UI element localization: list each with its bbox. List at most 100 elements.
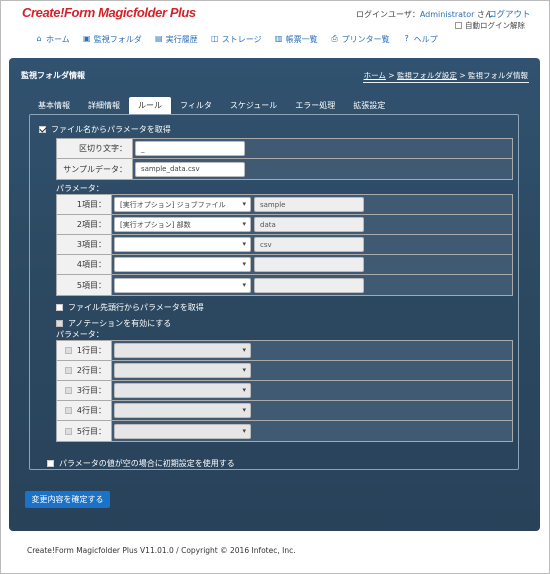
param-row: 4項目： (57, 255, 512, 275)
nav-help-label: ヘルプ (413, 34, 438, 44)
tab-extended[interactable]: 拡張設定 (344, 97, 394, 115)
param-row: 3項目： csv (57, 235, 512, 255)
nav-printers-label: プリンター覧 (341, 34, 390, 44)
breadcrumb: ホーム > 監視フォルダ設定 > 監視フォルダ情報 (364, 70, 528, 81)
filehead-params-checkbox[interactable] (56, 304, 63, 311)
filehead-params-label: パラメータ： (56, 330, 104, 339)
nav-history[interactable]: ▤ 実行履歴 (155, 34, 198, 45)
nav-printers[interactable]: ⎙ プリンター覧 (331, 34, 390, 45)
filehead-select-5[interactable] (114, 423, 251, 439)
param-row-label: 4項目： (57, 255, 112, 274)
filehead-row-checkbox[interactable] (64, 367, 72, 374)
folder-icon: ▣ (82, 34, 91, 43)
param-select-5[interactable] (114, 277, 251, 293)
filehead-row-checkbox[interactable] (64, 347, 72, 354)
param-value-2: data (254, 217, 364, 232)
breadcrumb-underline (363, 82, 529, 83)
history-icon: ▤ (154, 34, 163, 43)
tab-rules[interactable]: ルール (129, 97, 171, 115)
breadcrumb-sep: > (456, 71, 468, 80)
nav-storage[interactable]: ◫ ストレージ (211, 34, 262, 45)
annotation-checkbox[interactable] (56, 320, 63, 327)
logout-link[interactable]: ログアウト (488, 8, 531, 20)
breadcrumb-sep: > (385, 71, 397, 80)
filehead-row-checkbox[interactable] (64, 387, 72, 394)
login-user-label: ログインユーザ： (356, 10, 420, 19)
filename-params-checkbox[interactable] (39, 126, 46, 133)
separator-row: 区切り文字： _ (57, 139, 512, 159)
filehead-select-3[interactable] (114, 383, 251, 398)
filehead-row: 3行目： (57, 381, 512, 401)
param-value-1: sample (254, 197, 364, 212)
filehead-row-label: 1行目： (76, 346, 106, 355)
breadcrumb-home[interactable]: ホーム (364, 71, 386, 80)
sample-input[interactable]: sample_data.csv (135, 161, 245, 177)
panel-title: 監視フォルダ情報 (21, 71, 85, 80)
sample-label: サンプルデータ： (57, 159, 133, 179)
tab-error[interactable]: エラー処理 (286, 97, 344, 115)
param-row: 2項目： [実行オプション] 部数 data (57, 215, 512, 235)
app-logo: Create!Form Magicfolder Plus (22, 5, 196, 20)
tab-filter[interactable]: フィルタ (171, 97, 221, 115)
filehead-select-4[interactable] (114, 403, 251, 418)
empty-default-checkbox[interactable] (47, 460, 54, 467)
filehead-row-label: 4行目： (76, 406, 106, 415)
param-value-5 (254, 277, 364, 293)
confirm-changes-button[interactable]: 変更内容を確定する (25, 491, 110, 508)
auto-login-release-checkbox[interactable] (455, 22, 462, 29)
param-row-label: 1項目： (57, 195, 112, 214)
filehead-row-checkbox[interactable] (64, 407, 72, 414)
filehead-row-label: 3行目： (76, 386, 106, 395)
annotation-toggle[interactable]: アノテーションを有効にする (56, 318, 171, 329)
filehead-select-2[interactable] (114, 363, 251, 378)
tab-bar: 基本情報 詳細情報 ルール フィルタ スケジュール エラー処理 拡張設定 (29, 97, 394, 115)
param-row-label: 2項目： (57, 215, 112, 234)
filehead-params-toggle[interactable]: ファイル先頭行からパラメータを取得 (56, 302, 204, 313)
login-user-name[interactable]: Administrator (420, 10, 475, 19)
params-table: 1項目： [実行オプション] ジョブファイル sample 2項目： [実行オプ… (56, 194, 513, 296)
storage-icon: ◫ (210, 34, 219, 43)
home-icon: ⌂ (36, 34, 42, 43)
filehead-row-checkbox[interactable] (64, 427, 72, 435)
nav-help[interactable]: ? ヘルプ (403, 34, 438, 45)
param-row-label: 3項目： (57, 235, 112, 254)
filehead-params-table: 1行目： 2行目： 3行目： 4行目： 5行目： (56, 340, 513, 442)
filehead-row-label: 5行目： (76, 426, 106, 436)
separator-input[interactable]: _ (135, 141, 245, 156)
main-panel: 監視フォルダ情報 ホーム > 監視フォルダ設定 > 監視フォルダ情報 基本情報 … (9, 58, 540, 531)
annotation-label: アノテーションを有効にする (68, 319, 172, 328)
filehead-row: 4行目： (57, 401, 512, 421)
param-row: 5項目： (57, 275, 512, 295)
filehead-select-1[interactable] (114, 343, 251, 358)
breadcrumb-current: 監視フォルダ情報 (468, 71, 528, 80)
filename-params-toggle[interactable]: ファイル名からパラメータを取得 (39, 124, 171, 135)
param-select-2[interactable]: [実行オプション] 部数 (114, 217, 251, 232)
nav-storage-label: ストレージ (221, 34, 262, 44)
nav-forms[interactable]: ▥ 帳票一覧 (275, 34, 318, 45)
sample-row: サンプルデータ： sample_data.csv (57, 159, 512, 179)
empty-default-toggle[interactable]: パラメータの値が空の場合に初期設定を使用する (47, 458, 235, 469)
nav-home[interactable]: ⌂ ホーム (35, 34, 69, 45)
filename-params-label: ファイル名からパラメータを取得 (51, 125, 171, 134)
param-select-1[interactable]: [実行オプション] ジョブファイル (114, 197, 251, 212)
filehead-row: 5行目： (57, 421, 512, 441)
params-label: パラメータ： (56, 184, 104, 193)
nav-folder[interactable]: ▣ 監視フォルダ (83, 34, 142, 45)
param-select-3[interactable] (114, 237, 251, 252)
tab-schedule[interactable]: スケジュール (221, 97, 286, 115)
help-icon: ? (404, 34, 409, 43)
separator-label: 区切り文字： (57, 139, 133, 158)
tab-detail[interactable]: 詳細情報 (79, 97, 129, 115)
nav-history-label: 実行履歴 (165, 34, 198, 44)
param-row-label: 5項目： (57, 275, 112, 295)
rules-content: ファイル名からパラメータを取得 区切り文字： _ サンプルデータ： sample… (29, 114, 519, 470)
empty-default-label: パラメータの値が空の場合に初期設定を使用する (59, 459, 235, 468)
main-nav: ⌂ ホーム ▣ 監視フォルダ ▤ 実行履歴 ◫ ストレージ ▥ 帳票一覧 ⎙ プリンター覧 … (18, 29, 532, 49)
login-user-info: ログインユーザ：Administrator さん (356, 9, 493, 20)
list-icon: ▥ (274, 34, 283, 43)
tab-basic[interactable]: 基本情報 (29, 97, 79, 115)
param-value-4 (254, 257, 364, 272)
filehead-row: 1行目： (57, 341, 512, 361)
param-select-4[interactable] (114, 257, 251, 272)
breadcrumb-settings[interactable]: 監視フォルダ設定 (397, 71, 457, 80)
